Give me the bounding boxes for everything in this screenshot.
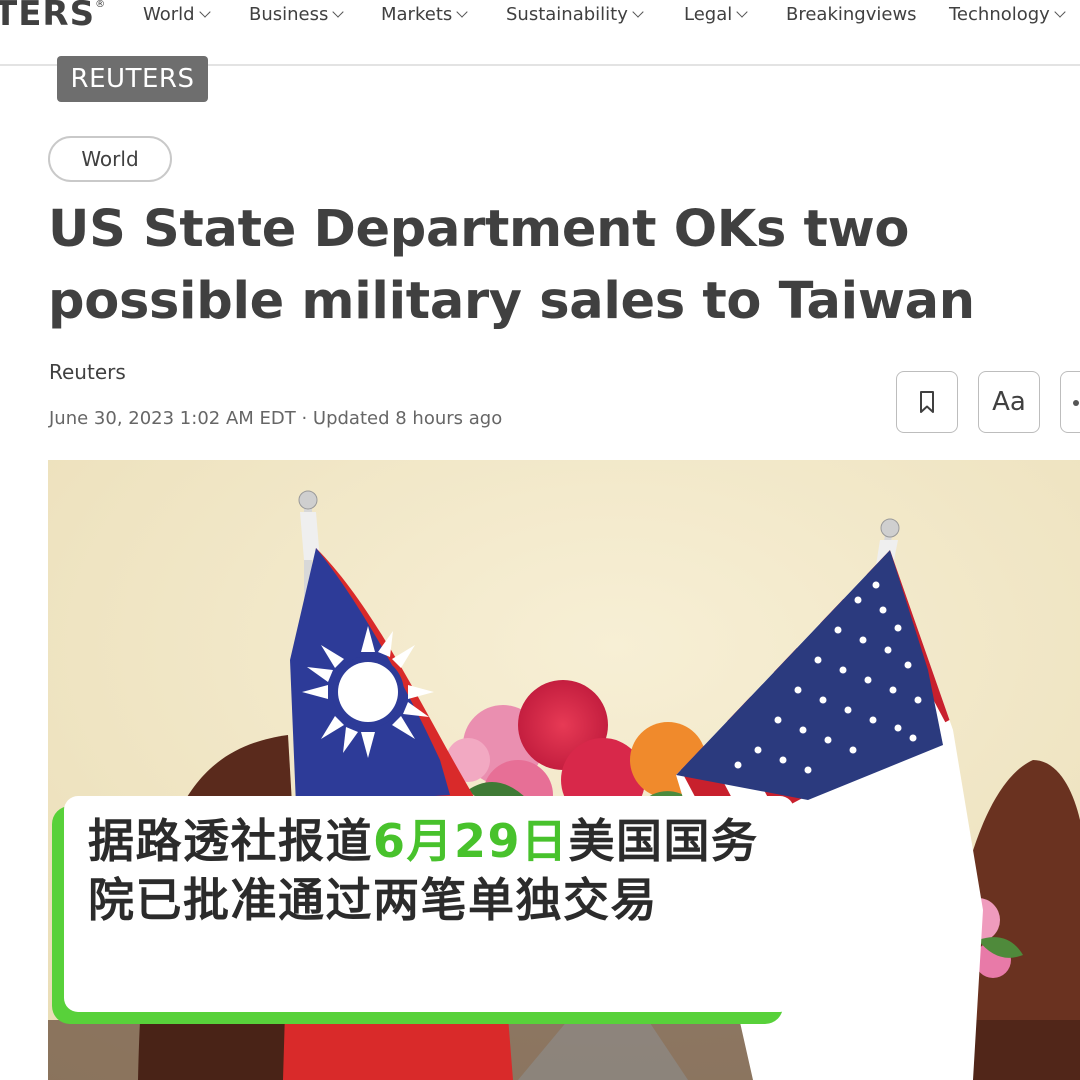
nav-item-label: Legal — [684, 4, 733, 25]
nav-item-legal[interactable]: Legal — [684, 4, 748, 25]
chevron-down-icon — [332, 6, 345, 18]
reuters-watermark-badge: REUTERS — [57, 56, 208, 102]
nav-item-label: Business — [249, 4, 329, 25]
chevron-down-icon — [198, 6, 211, 18]
reuters-logo[interactable]: TERS® — [0, 0, 106, 34]
nav-item-sustainability[interactable]: Sustainability — [506, 4, 644, 25]
logo-text: TERS — [0, 0, 96, 34]
nav-item-label: Sustainability — [506, 4, 628, 25]
chevron-down-icon — [1054, 6, 1066, 18]
nav-item-label: Technology — [949, 4, 1050, 25]
caption-text-before: 据路透社报道 — [88, 814, 373, 868]
nav-item-label: World — [143, 4, 195, 25]
chevron-down-icon — [632, 6, 644, 18]
article-author[interactable]: Reuters — [49, 360, 126, 384]
bookmark-icon — [920, 391, 934, 413]
nav-item-breakingviews[interactable]: Breakingviews — [786, 4, 917, 25]
caption-date-highlight: 6月29日 — [373, 814, 569, 868]
font-size-button[interactable]: Aa — [978, 371, 1040, 433]
nav-item-markets[interactable]: Markets — [381, 4, 468, 25]
bookmark-button[interactable] — [896, 371, 958, 433]
nav-item-world[interactable]: World — [143, 4, 211, 25]
more-icon — [1073, 400, 1079, 406]
nav-item-label: Markets — [381, 4, 453, 25]
more-options-button[interactable] — [1060, 371, 1080, 433]
font-size-label: Aa — [992, 387, 1026, 417]
subtitle-caption: 据路透社报道6月29日美国国务院已批准通过两笔单独交易 — [64, 796, 794, 1012]
article-headline: US State Department OKs two possible mil… — [48, 200, 975, 331]
chevron-down-icon — [736, 6, 748, 18]
chevron-down-icon — [456, 6, 468, 18]
nav-item-technology[interactable]: Technology — [949, 4, 1066, 25]
nav-item-label: Breakingviews — [786, 4, 917, 25]
section-tag-world[interactable]: World — [48, 136, 172, 182]
nav-item-business[interactable]: Business — [249, 4, 345, 25]
article-dateline: June 30, 2023 1:02 AM EDT · Updated 8 ho… — [49, 408, 503, 429]
registered-mark: ® — [95, 0, 107, 10]
